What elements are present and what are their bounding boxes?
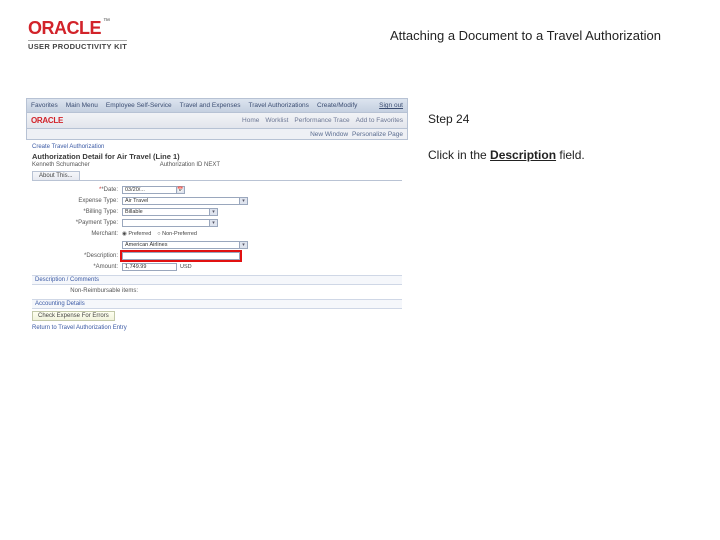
chevron-down-icon[interactable]: ▾ xyxy=(210,208,218,216)
billing-type-select[interactable]: Billable xyxy=(122,208,210,216)
app-breadcrumb-bar: Favorites Main Menu Employee Self-Servic… xyxy=(26,98,408,113)
return-link[interactable]: Return to Travel Authorization Entry xyxy=(32,325,402,331)
description-label: *Description: xyxy=(32,253,122,259)
step-desc-field: Description xyxy=(490,148,556,162)
page-title: Authorization Detail for Air Travel (Lin… xyxy=(32,152,402,161)
currency-code: USD xyxy=(180,264,192,270)
billing-type-label: *Billing Type: xyxy=(32,209,122,215)
nav-path-3[interactable]: Travel Authorizations xyxy=(248,102,308,109)
tab-about[interactable]: About This... xyxy=(32,171,80,180)
product-kit-label: USER PRODUCTIVITY KIT xyxy=(28,40,127,51)
date-label: **Date: xyxy=(32,187,122,193)
app-body: Create Travel Authorization Authorizatio… xyxy=(26,140,408,337)
nav-path-2[interactable]: Travel and Expenses xyxy=(180,102,241,109)
link-worklist[interactable]: Worklist xyxy=(265,117,288,124)
payment-type-select[interactable] xyxy=(122,219,210,227)
document-title: Attaching a Document to a Travel Authori… xyxy=(390,28,661,43)
step-desc-suffix: field. xyxy=(556,148,585,162)
link-personalize[interactable]: Personalize Page xyxy=(352,131,403,138)
oracle-logo-small: ORACLE xyxy=(31,116,63,125)
step-number: Step 24 xyxy=(428,110,688,128)
amount-input[interactable]: 1,749.99 xyxy=(122,263,177,271)
date-input[interactable]: 03/20/... xyxy=(122,186,177,194)
chevron-down-icon[interactable]: ▾ xyxy=(240,241,248,249)
nav-favorites[interactable]: Favorites xyxy=(31,102,58,109)
chevron-down-icon[interactable]: ▾ xyxy=(210,219,218,227)
expense-type-select[interactable]: Air Travel xyxy=(122,197,240,205)
link-home[interactable]: Home xyxy=(242,117,259,124)
merchant-pref-radio[interactable]: ◉ Preferred xyxy=(122,231,151,237)
app-header-bar: ORACLE Home Worklist Performance Trace A… xyxy=(26,113,408,129)
chevron-down-icon[interactable]: ▾ xyxy=(240,197,248,205)
instruction-panel: Step 24 Click in the Description field. xyxy=(428,110,688,164)
nav-path-4[interactable]: Create/Modify xyxy=(317,102,357,109)
signout-link[interactable]: Sign out xyxy=(379,102,403,109)
nav-path-1[interactable]: Employee Self-Service xyxy=(106,102,172,109)
amount-label: *Amount: xyxy=(32,264,122,270)
step-description: Click in the Description field. xyxy=(428,146,688,164)
section-description-comments[interactable]: Description / Comments xyxy=(32,275,402,285)
embedded-screenshot: Favorites Main Menu Employee Self-Servic… xyxy=(26,98,408,337)
link-new-window[interactable]: New Window xyxy=(310,131,348,138)
link-trace[interactable]: Performance Trace xyxy=(294,117,349,124)
description-input[interactable] xyxy=(122,252,240,260)
calendar-icon[interactable]: 📅 xyxy=(177,186,185,194)
brand-block: ORACLE™ USER PRODUCTIVITY KIT xyxy=(28,18,127,51)
section-accounting-details[interactable]: Accounting Details xyxy=(32,299,402,309)
link-addfav[interactable]: Add to Favorites xyxy=(356,117,403,124)
merchant-select[interactable]: American Airlines xyxy=(122,241,240,249)
page-crumb[interactable]: Create Travel Authorization xyxy=(32,144,402,150)
user-name: Kenneth Schumacher xyxy=(32,162,90,168)
app-subheader-bar: New Window Personalize Page xyxy=(26,129,408,140)
expense-type-label: Expense Type: xyxy=(32,198,122,204)
auth-id: Authorization ID NEXT xyxy=(160,162,220,168)
merchant-nonpref-radio[interactable]: ○ Non-Preferred xyxy=(157,231,197,237)
check-errors-button[interactable]: Check Expense For Errors xyxy=(32,311,115,321)
nav-main-menu[interactable]: Main Menu xyxy=(66,102,98,109)
merchant-label: Merchant: xyxy=(32,231,122,237)
oracle-logo: ORACLE xyxy=(28,18,101,39)
step-desc-prefix: Click in the xyxy=(428,148,490,162)
nonreimbursable-label: Non-Reimbursable items: xyxy=(32,288,142,294)
trademark-symbol: ™ xyxy=(103,18,110,25)
payment-type-label: *Payment Type: xyxy=(32,220,122,226)
